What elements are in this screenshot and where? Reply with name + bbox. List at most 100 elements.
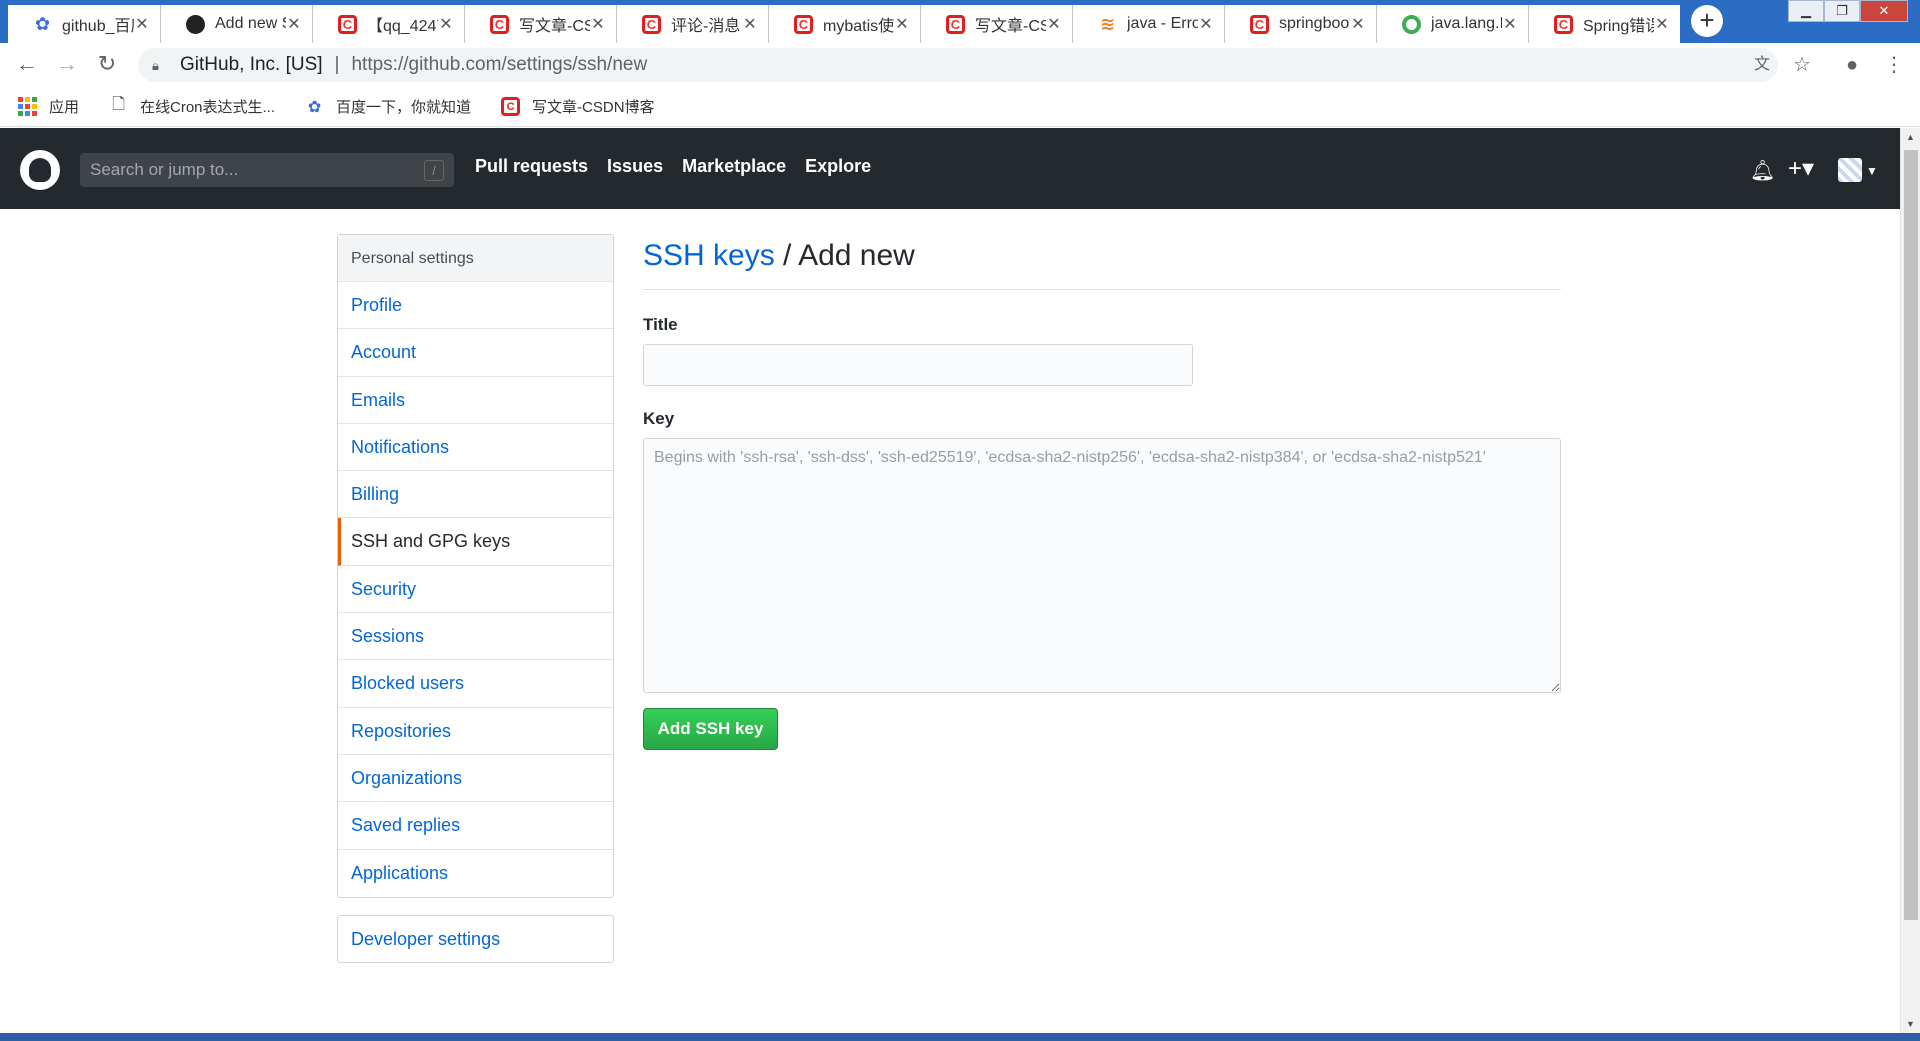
apps-icon <box>18 97 37 116</box>
breadcrumb-current: Add new <box>798 239 915 272</box>
new-tab-button[interactable]: + <box>1691 5 1723 37</box>
github-logo-icon[interactable] <box>20 150 60 190</box>
main-content: SSH keys / Add new Title Key Add SSH key <box>643 234 1561 750</box>
bookmark-label: 百度一下，你就知道 <box>336 99 472 116</box>
csdn-icon: C <box>1250 14 1269 34</box>
breadcrumb-ssh-keys[interactable]: SSH keys <box>643 239 775 272</box>
page-icon: 🗋︎ <box>112 96 125 113</box>
sidebar-item-ssh-gpg-keys[interactable]: SSH and GPG keys <box>338 518 613 566</box>
nav-marketplace[interactable]: Marketplace <box>682 156 786 177</box>
tab-csdn-write-2[interactable]: C 写文章-CSDN ✕ <box>920 5 1072 43</box>
tab-springboot[interactable]: C springboot ✕ <box>1224 5 1376 43</box>
search-placeholder: Search or jump to... <box>90 160 239 179</box>
key-textarea[interactable] <box>643 438 1561 693</box>
sidebar-item-applications[interactable]: Applications <box>338 850 613 897</box>
sidebar-heading: Personal settings <box>338 235 613 282</box>
scroll-up-icon[interactable]: ▲ <box>1901 128 1920 146</box>
bookmark-baidu[interactable]: ✿ 百度一下，你就知道 <box>305 96 471 117</box>
stackoverflow-icon: ≋ <box>1099 13 1116 34</box>
plus-dropdown-icon[interactable]: +▾ <box>1788 154 1814 183</box>
close-icon[interactable]: ✕ <box>1654 14 1670 34</box>
lock-icon: 🔒︎ <box>152 58 159 73</box>
bell-icon[interactable]: 🔔︎ <box>1750 158 1775 183</box>
close-icon[interactable]: ✕ <box>1046 14 1062 34</box>
menu-icon[interactable]: ⋮ <box>1880 51 1908 79</box>
maximize-icon[interactable]: ❐ <box>1824 0 1860 22</box>
sidebar-item-developer-settings[interactable]: Developer settings <box>337 915 614 963</box>
sidebar-item-account[interactable]: Account <box>338 329 613 377</box>
scroll-down-icon[interactable]: ▼ <box>1901 1015 1920 1033</box>
add-ssh-key-button[interactable]: Add SSH key <box>643 708 778 750</box>
origin-separator: | <box>334 54 340 75</box>
sidebar-item-notifications[interactable]: Notifications <box>338 424 613 472</box>
window-close-icon[interactable]: ✕ <box>1860 0 1908 22</box>
browser-tab-strip: ✿ github_百度 ✕ Add new SSH ✕ C 【qq_4247 ✕… <box>0 0 1920 43</box>
scrollbar-thumb[interactable] <box>1904 150 1918 920</box>
sidebar-item-blocked-users[interactable]: Blocked users <box>338 660 613 708</box>
tab-mybatis[interactable]: C mybatis使 ✕ <box>768 5 920 43</box>
bookmark-label: 写文章-CSDN博客 <box>532 99 655 116</box>
tab-java-error[interactable]: ≋ java - Error ✕ <box>1072 5 1224 43</box>
key-label: Key <box>643 409 675 428</box>
bookmark-apps[interactable]: 应用 <box>18 96 79 117</box>
address-bar[interactable]: 🔒︎ GitHub, Inc. [US] | https://github.co… <box>138 48 1778 82</box>
settings-sidebar: Personal settings Profile Account Emails… <box>337 234 614 898</box>
tab-comments[interactable]: C 评论-消息 ✕ <box>616 5 768 43</box>
close-icon[interactable]: ✕ <box>1350 14 1366 34</box>
close-icon[interactable]: ✕ <box>590 14 606 34</box>
tab-java-lang[interactable]: java.lang.I ✕ <box>1376 5 1528 43</box>
tab-github-baidu[interactable]: ✿ github_百度 ✕ <box>8 5 160 43</box>
bookmark-csdn[interactable]: C 写文章-CSDN博客 <box>501 96 655 117</box>
bookmark-label: 应用 <box>49 99 80 116</box>
tab-add-new-ssh[interactable]: Add new SSH ✕ <box>160 5 312 43</box>
sidebar-item-saved-replies[interactable]: Saved replies <box>338 802 613 850</box>
avatar[interactable] <box>1838 158 1862 182</box>
tab-title: java.lang.I <box>1431 15 1502 32</box>
translate-icon[interactable]: 文 <box>1748 51 1776 79</box>
tab-qq[interactable]: C 【qq_4247 ✕ <box>312 5 464 43</box>
sidebar-item-emails[interactable]: Emails <box>338 377 613 424</box>
close-icon[interactable]: ✕ <box>438 14 454 34</box>
csdn-icon: C <box>1554 14 1573 34</box>
search-input[interactable]: Search or jump to... / <box>80 153 454 187</box>
bookmark-label: 在线Cron表达式生... <box>140 99 276 116</box>
tab-title: 写文章-CSDN <box>519 18 590 35</box>
breadcrumb-separator: / <box>774 239 799 272</box>
sidebar-item-organizations[interactable]: Organizations <box>338 755 613 803</box>
close-icon[interactable]: ✕ <box>742 14 758 34</box>
close-icon[interactable]: ✕ <box>1502 14 1518 34</box>
close-icon[interactable]: ✕ <box>894 14 910 34</box>
sidebar-item-repositories[interactable]: Repositories <box>338 708 613 755</box>
baidu-icon: ✿ <box>34 13 51 34</box>
close-icon[interactable]: ✕ <box>134 14 150 34</box>
profile-icon[interactable]: ● <box>1838 51 1866 79</box>
title-input[interactable] <box>643 344 1193 386</box>
forward-arrow-icon[interactable]: → <box>53 51 81 79</box>
nav-issues[interactable]: Issues <box>607 156 663 177</box>
minimize-icon[interactable]: ▁ <box>1788 0 1824 22</box>
sidebar-item-security[interactable]: Security <box>338 566 613 614</box>
reload-icon[interactable]: ↻ <box>93 51 121 79</box>
tab-title: 写文章-CSDN <box>975 18 1046 35</box>
tab-spring-error[interactable]: C Spring错误 ✕ <box>1528 5 1680 43</box>
title-label: Title <box>643 315 678 334</box>
back-arrow-icon[interactable]: ← <box>13 51 41 79</box>
chevron-down-icon[interactable]: ▼ <box>1866 164 1878 178</box>
tab-csdn-write[interactable]: C 写文章-CSDN ✕ <box>464 5 616 43</box>
sidebar-item-sessions[interactable]: Sessions <box>338 613 613 661</box>
chrome-icon <box>1402 14 1421 34</box>
tab-title: Spring错误 <box>1583 18 1654 35</box>
bookmark-cron[interactable]: 🗋︎ 在线Cron表达式生... <box>109 96 275 117</box>
search-shortcut-hint: / <box>424 160 444 181</box>
close-icon[interactable]: ✕ <box>1198 14 1214 34</box>
sidebar-item-billing[interactable]: Billing <box>338 471 613 519</box>
page-scrollbar[interactable]: ▲ ▼ <box>1900 128 1920 1033</box>
baidu-icon: ✿ <box>307 98 322 116</box>
sidebar-item-profile[interactable]: Profile <box>338 282 613 330</box>
page-title: SSH keys / Add new <box>643 234 1561 290</box>
tab-title: 评论-消息 <box>671 18 741 35</box>
nav-explore[interactable]: Explore <box>805 156 871 177</box>
bookmark-star-icon[interactable]: ☆ <box>1788 51 1816 79</box>
nav-pull-requests[interactable]: Pull requests <box>475 156 588 177</box>
close-icon[interactable]: ✕ <box>286 14 302 34</box>
